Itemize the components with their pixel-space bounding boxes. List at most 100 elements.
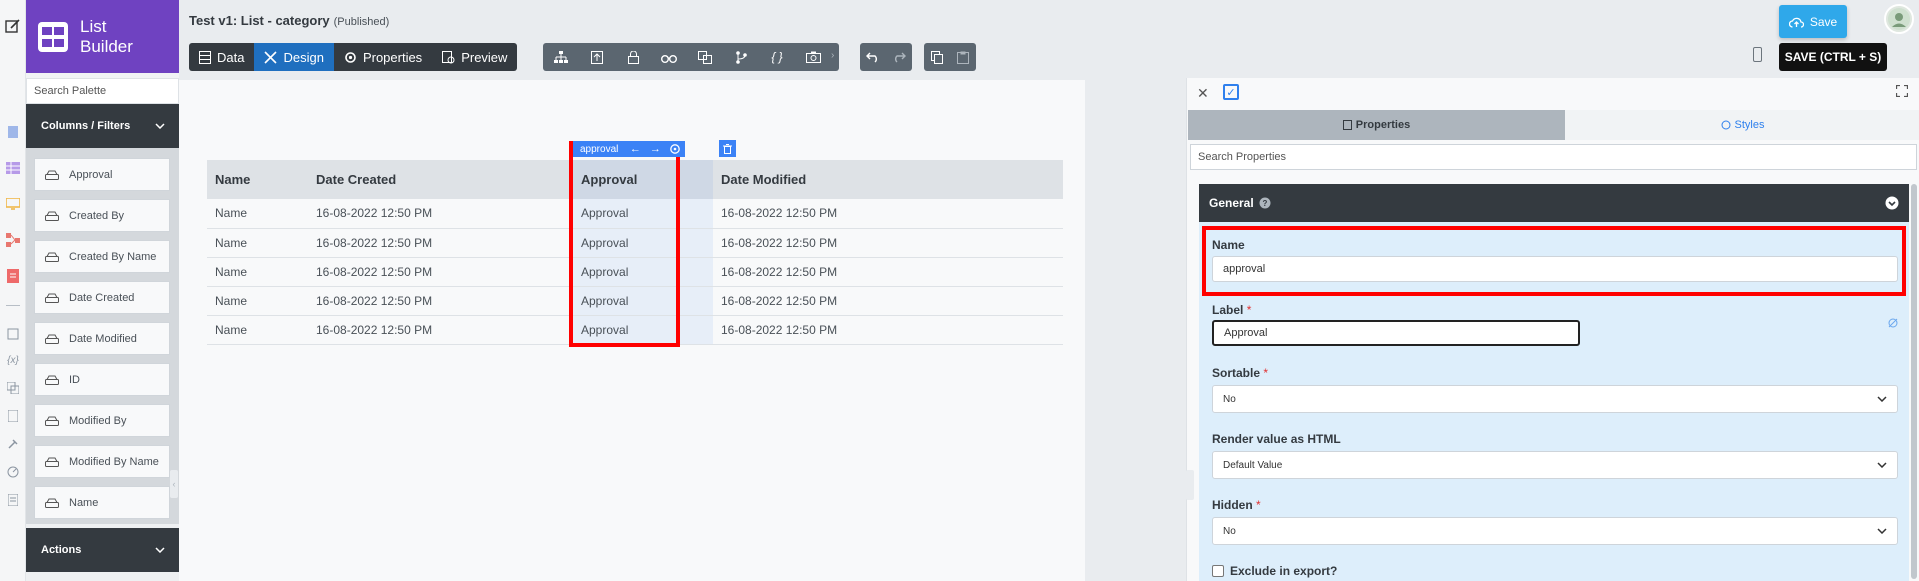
report-icon[interactable] [5, 268, 21, 284]
column-palette: Columns / Filters Approval Created By Cr… [26, 78, 179, 581]
palette-collapse-handle[interactable]: ‹ [170, 470, 178, 498]
delete-column-icon[interactable] [719, 140, 736, 157]
top-bar: Test v1: List - category (Published) Data… [179, 0, 1919, 78]
exclude-export-row[interactable]: Exclude in export? [1212, 564, 1337, 578]
mode-design-button[interactable]: Design [254, 43, 334, 71]
search-palette-input[interactable] [26, 78, 179, 104]
undo-icon[interactable] [860, 43, 886, 71]
close-icon[interactable]: ✕ [1197, 85, 1209, 102]
hierarchy-icon[interactable] [543, 43, 579, 71]
user-avatar[interactable] [1884, 4, 1914, 34]
column-style-icon[interactable] [665, 141, 685, 157]
hidden-select[interactable]: No [1212, 517, 1898, 545]
save-button[interactable]: Save [1779, 5, 1847, 38]
cell: Name [207, 228, 308, 258]
palette-item-date-created[interactable]: Date Created [34, 281, 170, 314]
tool-group-main: { } [543, 43, 839, 71]
edit-icon[interactable] [5, 18, 21, 34]
mode-data-button[interactable]: Data [189, 43, 254, 71]
note-icon[interactable] [5, 326, 21, 342]
copy-icon[interactable] [5, 380, 21, 396]
column-header-date-created[interactable]: Date Created [308, 160, 573, 199]
copy-paste-group [924, 43, 976, 71]
panel-resize-handle[interactable] [1186, 470, 1194, 500]
cell: Approval [573, 315, 713, 345]
branch-icon[interactable] [723, 43, 759, 71]
palette-item-modified-by[interactable]: Modified By [34, 404, 170, 437]
cell: 16-08-2022 12:50 PM [308, 199, 573, 229]
render-html-field-label: Render value as HTML [1212, 432, 1341, 446]
cell: Name [207, 315, 308, 345]
palette-item-name[interactable]: Name [34, 486, 170, 519]
mode-preview-button[interactable]: Preview [432, 43, 517, 71]
cell: 16-08-2022 12:50 PM [713, 286, 1063, 316]
mode-properties-button[interactable]: Properties [334, 43, 432, 71]
general-section-body: Name approval Label * Approval Sortable … [1199, 222, 1909, 581]
design-canvas: Name Date Created Approval Date Modified… [179, 80, 1085, 581]
translate-icon[interactable] [687, 43, 723, 71]
palette-item-approval[interactable]: Approval [34, 158, 170, 191]
drive-field-icon [45, 416, 59, 426]
form-icon[interactable] [5, 124, 21, 140]
render-html-select[interactable]: Default Value [1212, 451, 1898, 479]
palette-item-created-by-name[interactable]: Created By Name [34, 240, 170, 273]
move-right-icon[interactable]: → [645, 141, 665, 157]
rail-divider [6, 305, 20, 306]
column-header-date-modified[interactable]: Date Modified [713, 160, 1063, 199]
screen-icon[interactable] [5, 196, 21, 212]
apply-checkbox-icon[interactable]: ✓ [1223, 84, 1239, 100]
table-row: Name 16-08-2022 12:50 PM Approval 16-08-… [207, 228, 1063, 258]
binoculars-icon[interactable] [651, 43, 687, 71]
copy-icon[interactable] [924, 43, 950, 71]
paste-icon[interactable] [950, 43, 976, 71]
tab-properties[interactable]: Properties [1188, 110, 1565, 140]
cell: Name [207, 286, 308, 316]
actions-section-header[interactable]: Actions [26, 528, 179, 572]
file-icon[interactable] [5, 408, 21, 424]
camera-icon[interactable] [795, 43, 831, 71]
name-field-label: Name [1212, 238, 1245, 252]
general-section-header[interactable]: General ? [1199, 184, 1909, 222]
palette-item-modified-by-name[interactable]: Modified By Name [34, 445, 170, 478]
cell: 16-08-2022 12:50 PM [713, 199, 1063, 229]
palette-item-date-modified[interactable]: Date Modified [34, 322, 170, 355]
toolbar-scroll-chevron-icon[interactable]: › [831, 50, 834, 61]
palette-item-created-by[interactable]: Created By [34, 199, 170, 232]
upload-box-icon[interactable] [579, 43, 615, 71]
translate-field-icon[interactable] [1887, 317, 1899, 332]
list-builder-logo-icon [38, 21, 68, 52]
move-left-icon[interactable]: ← [625, 141, 645, 157]
cell: Approval [573, 286, 713, 316]
gear-icon [345, 51, 356, 63]
sortable-select[interactable]: No [1212, 385, 1898, 413]
column-header-approval[interactable]: Approval [573, 160, 713, 199]
preview-icon [442, 50, 455, 63]
search-properties-input[interactable] [1190, 144, 1917, 170]
drive-field-icon [45, 457, 59, 467]
braces-icon[interactable]: { } [759, 43, 795, 71]
save-shortcut-button[interactable]: SAVE (CTRL + S) [1779, 43, 1887, 71]
label-field[interactable]: Approval [1212, 320, 1580, 346]
redo-icon[interactable] [886, 43, 912, 71]
drive-field-icon [45, 252, 59, 262]
column-header-name[interactable]: Name [207, 160, 308, 199]
columns-filters-section-header[interactable]: Columns / Filters [26, 104, 179, 148]
list-icon[interactable] [5, 160, 21, 176]
dashboard-icon[interactable] [5, 464, 21, 480]
chevron-down-icon [1877, 462, 1887, 468]
variable-icon[interactable]: {x} [5, 352, 21, 368]
mobile-preview-icon[interactable] [1753, 47, 1762, 65]
name-field[interactable]: approval [1212, 256, 1898, 282]
document-icon[interactable] [5, 492, 21, 508]
tab-styles[interactable]: Styles [1565, 110, 1919, 140]
plugin-icon[interactable] [5, 436, 21, 452]
properties-scrollbar[interactable] [1911, 184, 1917, 579]
palette-item-id[interactable]: ID [34, 363, 170, 396]
table-row: Name 16-08-2022 12:50 PM Approval 16-08-… [207, 257, 1063, 287]
lock-icon[interactable] [615, 43, 651, 71]
expand-icon[interactable] [1895, 84, 1909, 100]
design-tools-icon [264, 50, 278, 64]
help-icon[interactable]: ? [1259, 197, 1271, 209]
workflow-icon[interactable] [5, 232, 21, 248]
exclude-export-checkbox[interactable] [1212, 565, 1224, 577]
